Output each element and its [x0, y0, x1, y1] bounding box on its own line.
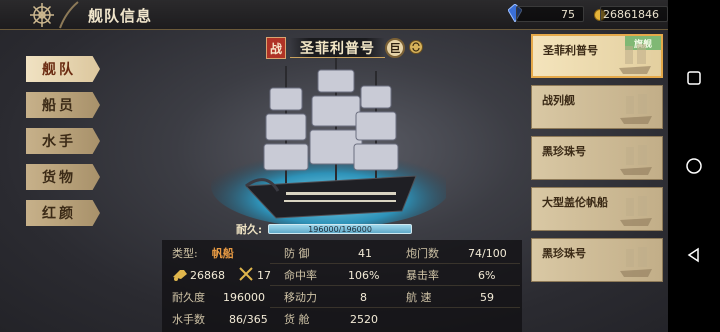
hit-rate-label: 命中率	[284, 269, 317, 282]
type-value: 帆船	[211, 247, 234, 260]
crit-rate-label: 暴击率	[406, 269, 439, 282]
menu-item-cargo[interactable]: 货物	[26, 164, 100, 190]
attack-icon	[172, 267, 188, 284]
cargo-value: 2520	[350, 312, 378, 326]
durability-label: 耐久:	[236, 223, 263, 236]
ship-thumbnail-icon	[620, 196, 652, 226]
fleet-card-1[interactable]: 圣菲利普号 旗舰	[531, 34, 663, 78]
fleet-card-5[interactable]: 黑珍珠号	[531, 238, 663, 282]
fleet-card-2[interactable]: 战列舰	[531, 85, 663, 129]
attack-value: 26868	[190, 268, 225, 282]
menu-item-crew[interactable]: 船员	[26, 92, 100, 118]
durability-stat-value: 196000	[223, 290, 265, 304]
type-label: 类型:	[172, 247, 198, 260]
menu-item-fleet[interactable]: 舰队	[26, 56, 100, 82]
fleet-list: 圣菲利普号 旗舰 战列舰 黑珍珠号 大型盖伦帆船 黑珍珠号	[531, 34, 663, 289]
stats-panel: 类型: 帆船 26868 17 耐久度 196000 水手数 86/365 防 …	[162, 240, 522, 332]
left-menu: 舰队 船员 水手 货物 红颜	[26, 56, 100, 236]
durability-bar: 耐久: 196000/196000	[236, 222, 413, 236]
fleet-ship-name: 黑珍珠号	[542, 247, 586, 260]
crit-rate-value: 6%	[478, 268, 496, 282]
menu-item-beauty[interactable]: 红颜	[26, 200, 100, 226]
durability-stat-label: 耐久度	[172, 291, 205, 304]
speed-label: 航 速	[406, 291, 432, 304]
mobility-value: 8	[360, 290, 367, 304]
ship-thumbnail-icon	[620, 94, 652, 124]
home-icon[interactable]	[683, 155, 705, 177]
hit-rate-value: 106%	[348, 268, 380, 282]
crossed-swords-icon	[239, 266, 253, 284]
gun-ports-value: 74/100	[468, 246, 507, 260]
ship-title: 战 圣菲利普号 巨	[266, 36, 423, 60]
fleet-ship-name: 大型盖伦帆船	[542, 196, 608, 209]
durability-value: 196000/196000	[308, 224, 372, 234]
defense-value: 41	[358, 246, 372, 260]
system-nav-bar	[668, 0, 720, 332]
game-stage: 舰队信息 75 26861846 舰队 船员 水手 货物 红颜 战 圣菲利普号 …	[0, 0, 668, 332]
header-bar: 舰队信息 75 26861846	[0, 0, 668, 30]
mobility-label: 移动力	[284, 291, 317, 304]
recent-apps-icon[interactable]	[683, 67, 705, 89]
page-title: 舰队信息	[88, 7, 153, 25]
cannons-icon-value: 17	[257, 268, 271, 282]
ship-thumbnail-icon	[619, 44, 651, 74]
gem-counter: 75	[516, 6, 584, 22]
ship-illustration	[211, 56, 446, 226]
menu-item-sailors[interactable]: 水手	[26, 128, 100, 154]
fleet-ship-name: 战列舰	[542, 94, 575, 107]
sailors-label: 水手数	[172, 313, 205, 326]
defense-label: 防 御	[284, 247, 310, 260]
ship-thumbnail-icon	[620, 247, 652, 277]
stats-divider	[270, 307, 520, 308]
fleet-card-3[interactable]: 黑珍珠号	[531, 136, 663, 180]
rank-badge: 巨	[385, 38, 405, 58]
swap-icon[interactable]	[409, 39, 423, 58]
ship-wheel-icon	[26, 0, 82, 30]
speed-value: 59	[480, 290, 494, 304]
ship-thumbnail-icon	[620, 145, 652, 175]
gun-ports-label: 炮门数	[406, 247, 439, 260]
back-nav-icon[interactable]	[683, 244, 705, 266]
ship-name: 圣菲利普号	[290, 38, 385, 58]
durability-fill: 196000/196000	[268, 224, 413, 234]
stats-divider	[270, 263, 520, 264]
sailors-value: 86/365	[229, 312, 268, 326]
war-badge: 战	[266, 37, 286, 59]
fleet-card-4[interactable]: 大型盖伦帆船	[531, 187, 663, 231]
fleet-ship-name: 黑珍珠号	[542, 145, 586, 158]
fleet-ship-name: 圣菲利普号	[543, 44, 598, 57]
stats-divider	[270, 285, 520, 286]
gold-counter: 26861846	[600, 6, 668, 22]
cargo-label: 货 舱	[284, 313, 310, 326]
